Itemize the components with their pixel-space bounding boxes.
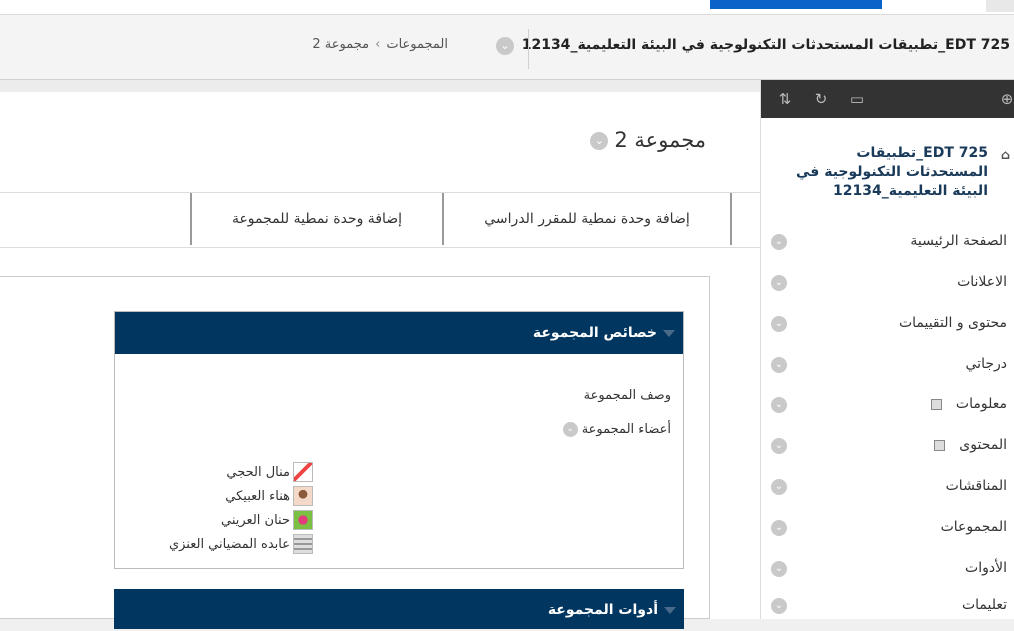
sidebar-item-home[interactable]: الصفحة الرئيسية ⌄ bbox=[761, 231, 1014, 255]
member-name: منال الحجي bbox=[226, 464, 290, 480]
action-bar: إضافة وحدة نمطية للمقرر الدراسي إضافة وح… bbox=[0, 192, 760, 248]
member-name: حنان العريني bbox=[221, 512, 290, 528]
sidebar-item-tools[interactable]: الأدوات ⌄ bbox=[761, 558, 1014, 582]
avatar-icon bbox=[293, 462, 313, 482]
collapse-triangle-icon[interactable] bbox=[663, 329, 675, 337]
home-icon: ⌂ bbox=[1000, 148, 1010, 163]
chevron-down-icon[interactable]: ⌄ bbox=[771, 561, 787, 577]
page-title: مجموعة 2 ⌄ bbox=[590, 128, 706, 152]
accent-tab[interactable] bbox=[710, 0, 882, 9]
main-content: مجموعة 2 ⌄ إضافة وحدة نمطية للمقرر الدراس… bbox=[0, 80, 760, 629]
group-members-label[interactable]: أعضاء المجموعة⌄ bbox=[562, 422, 671, 437]
sidebar-item-help[interactable]: تعليمات ⌄ bbox=[761, 595, 1014, 619]
breadcrumb-bar: EDT 725_تطبيقات المستحدثات التكنولوجية ف… bbox=[0, 14, 1014, 80]
module-header[interactable]: خصائص المجموعة bbox=[115, 312, 683, 354]
sidebar-item-discussions[interactable]: المناقشات ⌄ bbox=[761, 476, 1014, 500]
chevron-down-icon[interactable]: ⌄ bbox=[771, 275, 787, 291]
chevron-down-icon[interactable]: ⌄ bbox=[771, 598, 787, 614]
add-group-module-button[interactable]: إضافة وحدة نمطية للمجموعة bbox=[190, 193, 442, 245]
collapse-triangle-icon[interactable] bbox=[664, 606, 676, 614]
member-name: هناء العبيكي bbox=[225, 488, 290, 504]
course-menu-title[interactable]: ⌂ EDT 725_تطبيقات المستحدثات التكنولوجية… bbox=[788, 144, 1010, 201]
sidebar-item-label: المجموعات bbox=[940, 519, 1007, 535]
chevron-down-icon[interactable]: ⌄ bbox=[771, 316, 787, 332]
group-members-text: أعضاء المجموعة bbox=[581, 422, 671, 437]
group-properties-module: خصائص المجموعة وصف المجموعة أعضاء المجمو… bbox=[114, 311, 684, 569]
sidebar-item-text: معلومات bbox=[955, 396, 1007, 412]
avatar-icon bbox=[293, 510, 313, 530]
sidebar-item-announcements[interactable]: الاعلانات ⌄ bbox=[761, 272, 1014, 296]
sidebar-item-content-assessments[interactable]: محتوى و التقييمات ⌄ bbox=[761, 313, 1014, 337]
sidebar-item-label: المناقشات bbox=[945, 478, 1007, 494]
chevron-down-icon[interactable]: ⌄ bbox=[496, 37, 514, 55]
add-icon[interactable]: ⊕ bbox=[997, 89, 1014, 109]
chevron-down-icon[interactable]: ⌄ bbox=[771, 479, 787, 495]
sidebar-item-label: معلومات bbox=[930, 396, 1007, 412]
chevron-down-icon[interactable]: ⌄ bbox=[771, 438, 787, 454]
chevron-down-icon[interactable]: ⌄ bbox=[771, 234, 787, 250]
sidebar-item-my-grades[interactable]: درجاتي ⌄ bbox=[761, 354, 1014, 378]
chevron-down-icon[interactable]: ⌄ bbox=[562, 422, 578, 437]
corner-control bbox=[986, 0, 1014, 12]
page-title-text: مجموعة 2 bbox=[614, 128, 706, 152]
chevron-down-icon[interactable]: ⌄ bbox=[771, 520, 787, 536]
list-item[interactable]: حنان العريني bbox=[123, 508, 313, 532]
course-menu: ⇅ ↻ ▭ ⊕ ⌂ EDT 725_تطبيقات المستحدثات الت… bbox=[760, 80, 1014, 619]
sidebar-item-label: المحتوى bbox=[934, 437, 1007, 453]
content-marker-icon bbox=[934, 439, 946, 451]
avatar-icon bbox=[293, 486, 313, 506]
refresh-icon[interactable]: ↻ bbox=[811, 89, 831, 109]
content-marker-icon bbox=[930, 398, 942, 410]
sidebar-item-label: الاعلانات bbox=[957, 274, 1007, 290]
chevron-down-icon[interactable]: ⌄ bbox=[590, 132, 609, 150]
list-item[interactable]: عابده المضياني العنزي bbox=[123, 532, 313, 556]
breadcrumb: المجموعات › مجموعة 2 bbox=[0, 37, 448, 52]
list-item[interactable]: هناء العبيكي bbox=[123, 484, 313, 508]
sidebar-item-text: المحتوى bbox=[959, 437, 1007, 453]
list-item[interactable]: منال الحجي bbox=[123, 460, 313, 484]
folder-icon[interactable]: ▭ bbox=[847, 89, 867, 109]
chevron-down-icon[interactable]: ⌄ bbox=[771, 397, 787, 413]
sidebar-item-label: محتوى و التقييمات bbox=[898, 315, 1007, 331]
group-description-label: وصف المجموعة bbox=[583, 388, 671, 403]
modules-area: خصائص المجموعة وصف المجموعة أعضاء المجمو… bbox=[0, 276, 710, 629]
breadcrumb-item-current: مجموعة 2 bbox=[312, 37, 370, 52]
course-menu-title-text: EDT 725_تطبيقات المستحدثات التكنولوجية ف… bbox=[796, 145, 988, 199]
module-title: أدوات المجموعة bbox=[547, 602, 658, 618]
sidebar-item-label: درجاتي bbox=[965, 356, 1007, 372]
sidebar-item-content[interactable]: المحتوى ⌄ bbox=[761, 435, 1014, 459]
member-list: منال الحجي هناء العبيكي حنان العريني عاب… bbox=[123, 460, 313, 556]
module-header[interactable]: أدوات المجموعة bbox=[114, 589, 684, 629]
group-tools-module: أدوات المجموعة bbox=[114, 589, 684, 629]
course-title-link[interactable]: EDT 725_تطبيقات المستحدثات التكنولوجية ف… bbox=[522, 37, 1010, 53]
sidebar-item-information[interactable]: معلومات ⌄ bbox=[761, 394, 1014, 418]
breadcrumb-item-groups[interactable]: المجموعات bbox=[386, 37, 448, 52]
member-name: عابده المضياني العنزي bbox=[168, 536, 290, 552]
divider bbox=[528, 29, 529, 69]
sidebar-item-groups[interactable]: المجموعات ⌄ bbox=[761, 517, 1014, 541]
sidebar-item-label: الصفحة الرئيسية bbox=[910, 233, 1007, 249]
course-menu-toolbar: ⇅ ↻ ▭ ⊕ bbox=[761, 80, 1014, 118]
sidebar-item-label: الأدوات bbox=[965, 560, 1007, 576]
avatar-icon bbox=[293, 534, 313, 554]
sidebar-item-label: تعليمات bbox=[961, 597, 1007, 613]
module-title: خصائص المجموعة bbox=[532, 325, 657, 341]
top-strip bbox=[0, 0, 1014, 14]
add-course-module-button[interactable]: إضافة وحدة نمطية للمقرر الدراسي bbox=[442, 193, 732, 245]
top-strip bbox=[0, 80, 760, 92]
chevron-down-icon[interactable]: ⌄ bbox=[771, 357, 787, 373]
breadcrumb-separator: › bbox=[375, 37, 381, 52]
sort-icon[interactable]: ⇅ bbox=[775, 89, 795, 109]
